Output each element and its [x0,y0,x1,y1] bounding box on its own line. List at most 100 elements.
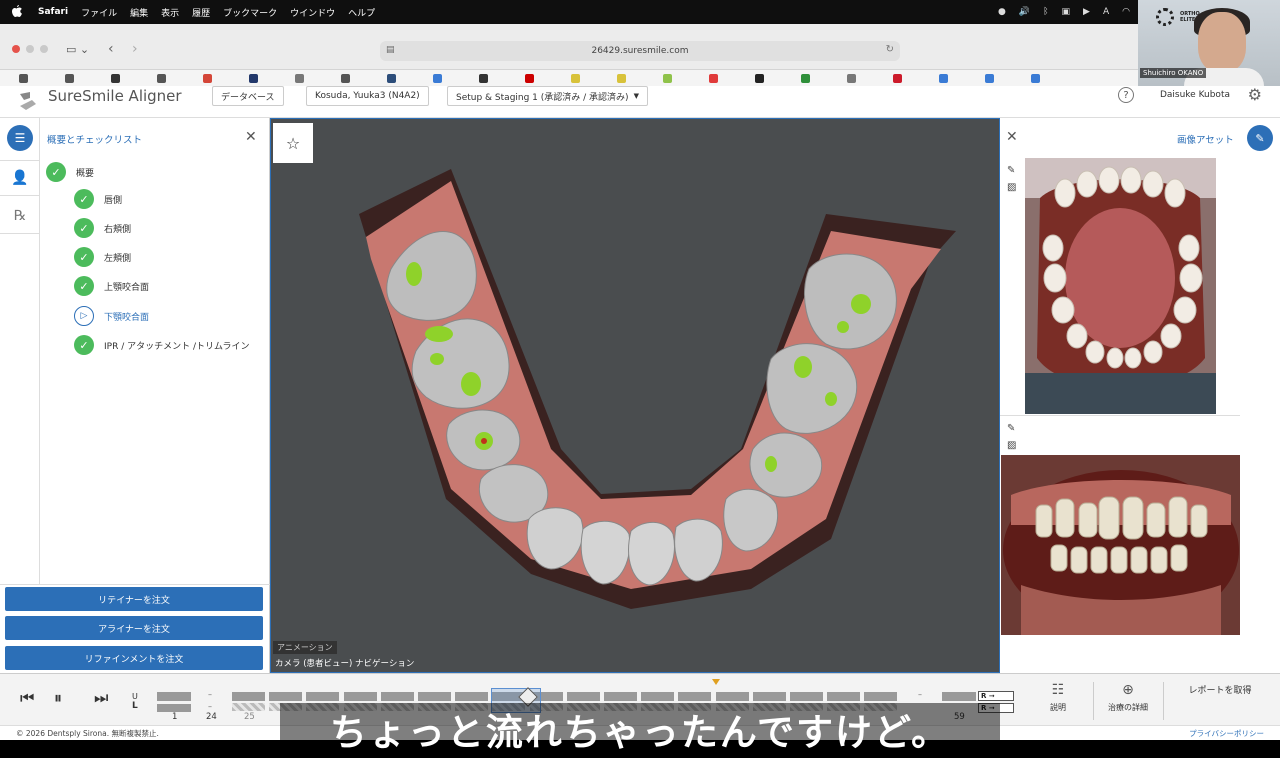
wifi-icon[interactable]: ◠ [1122,7,1130,17]
image-icon[interactable]: ▨ [1007,440,1016,451]
bookmark-icon[interactable] [1012,73,1058,83]
stage-segment[interactable] [566,692,600,701]
checklist-item-left-buccal[interactable]: ✓ 左頬側 [74,247,131,267]
prescription-icon[interactable]: ℞ [0,198,40,234]
intraoral-photo-lower-occlusal[interactable] [1025,158,1216,414]
minimize-window-button[interactable] [26,45,34,53]
checklist-icon[interactable]: ☰ [7,125,33,151]
bookmark-icon[interactable] [690,73,736,83]
intraoral-photo-frontal[interactable] [1001,455,1240,635]
bookmark-icon[interactable] [874,73,920,83]
pencil-icon[interactable]: ✎ [1007,423,1015,434]
stage-segment[interactable] [455,692,489,701]
skip-forward-icon[interactable]: ⏭ [94,688,108,708]
stage-segment[interactable] [827,692,861,701]
bookmark-icon[interactable] [598,73,644,83]
stage-segment[interactable] [418,692,451,701]
checklist-item-labial[interactable]: ✓ 唇側 [74,189,122,209]
close-icon[interactable]: ✕ [245,129,257,145]
checklist-item-ipr[interactable]: ✓ IPR / アタッチメント /トリムライン [74,335,250,355]
bookmark-icon[interactable] [506,73,552,83]
back-icon[interactable]: ‹ [108,41,114,57]
stage-segment[interactable] [380,692,414,701]
bookmark-icon[interactable] [736,73,782,83]
close-window-button[interactable] [12,45,20,53]
stage-segment[interactable] [752,692,786,701]
bookmark-icon[interactable] [966,73,1012,83]
menu-window[interactable]: ウインドウ [290,6,335,19]
menu-file[interactable]: ファイル [81,6,117,19]
menu-edit[interactable]: 編集 [130,6,148,19]
help-icon[interactable]: ? [1118,87,1134,103]
pdf-icon[interactable]: ▣ [1062,7,1071,17]
upper-start-stage[interactable] [157,692,191,701]
bookmark-icon[interactable] [782,73,828,83]
bookmark-icon[interactable] [414,73,460,83]
stage-segment[interactable] [715,692,749,701]
checklist-item-right-buccal[interactable]: ✓ 右頬側 [74,218,131,238]
bookmark-icon[interactable] [0,73,46,83]
stage-segment[interactable] [604,692,637,701]
get-report-button[interactable]: レポートを取得 [1178,684,1262,698]
play-icon[interactable]: ▶ [1083,7,1090,17]
checklist-item-upper-occlusal[interactable]: ✓ 上顎咬合面 [74,276,149,296]
3d-viewer[interactable]: ☆ アニメーション カメラ (患者ビュー) ナビゲーション [270,118,1000,673]
checklist-item-lower-occlusal[interactable]: ▷ 下顎咬合面 [74,306,149,326]
close-icon[interactable]: ✕ [1006,129,1018,145]
gear-icon[interactable]: ⚙ [1248,85,1262,104]
bookmark-icon[interactable] [552,73,598,83]
stage-segment[interactable] [790,692,823,701]
bookmark-icon[interactable] [322,73,368,83]
stage-segment[interactable] [269,692,303,701]
image-icon[interactable]: ▨ [1007,182,1016,193]
menu-history[interactable]: 履歴 [192,6,210,19]
stage-segment[interactable] [306,692,340,701]
patient-button[interactable]: Kosuda, Yuuka3 (N4A2) [306,86,429,106]
setup-staging-dropdown[interactable]: Setup & Staging 1 (承認済み / 承認済み) ▼ [447,86,648,106]
skip-back-icon[interactable]: ⏮ [20,688,34,708]
bookmark-icon[interactable] [276,73,322,83]
menu-help[interactable]: ヘルプ [348,6,375,19]
bookmark-icon[interactable] [138,73,184,83]
bluetooth-icon[interactable]: ᛒ [1043,7,1048,17]
forward-icon[interactable]: › [132,41,138,57]
database-button[interactable]: データベース [212,86,284,106]
order-retainer-button[interactable]: リテイナーを注文 [5,587,263,611]
menu-bookmarks[interactable]: ブックマーク [223,6,277,19]
bookmark-icon[interactable] [828,73,874,83]
upper-end-stage[interactable] [942,692,976,701]
menu-view[interactable]: 表示 [161,6,179,19]
animation-label[interactable]: アニメーション [273,641,337,654]
stage-segment[interactable] [641,692,675,701]
bookmark-icon[interactable] [184,73,230,83]
order-aligner-button[interactable]: アライナーを注文 [5,616,263,640]
stage-segment[interactable] [864,692,898,701]
stage-segment[interactable] [678,692,712,701]
patient-profile-icon[interactable]: 👤 [0,160,40,196]
pause-icon[interactable]: ⏸ [54,688,62,708]
record-icon[interactable]: ● [998,7,1006,17]
bookmark-icon[interactable] [460,73,506,83]
stage-segment-lower[interactable] [232,703,265,711]
pencil-icon[interactable]: ✎ [1007,165,1015,176]
image-assets-icon[interactable]: ✎ [1247,125,1273,151]
arch-toggle[interactable]: U L [132,692,138,711]
lower-arch-model[interactable] [271,119,999,672]
bookmark-icon[interactable] [368,73,414,83]
menu-app-name[interactable]: Safari [38,7,68,17]
treatment-details-button[interactable]: ⊕ 治療の詳細 [1108,682,1148,713]
input-icon[interactable]: A [1103,7,1109,17]
sidebar-toggle-icon[interactable]: ▭ ⌄ [66,43,89,56]
address-bar[interactable]: ▤ 26429.suresmile.com ↻ [380,41,900,61]
bookmark-icon[interactable] [92,73,138,83]
lower-start-stage[interactable] [157,704,191,712]
stage-segment[interactable] [232,692,265,701]
bookmark-icon[interactable] [920,73,966,83]
stage-segment[interactable] [343,692,377,701]
bookmark-icon[interactable] [46,73,92,83]
bookmark-icon[interactable] [230,73,276,83]
zoom-window-button[interactable] [40,45,48,53]
apple-icon[interactable] [12,4,26,20]
star-icon[interactable]: ☆ [273,123,313,163]
volume-icon[interactable]: 🔊 [1019,7,1030,17]
